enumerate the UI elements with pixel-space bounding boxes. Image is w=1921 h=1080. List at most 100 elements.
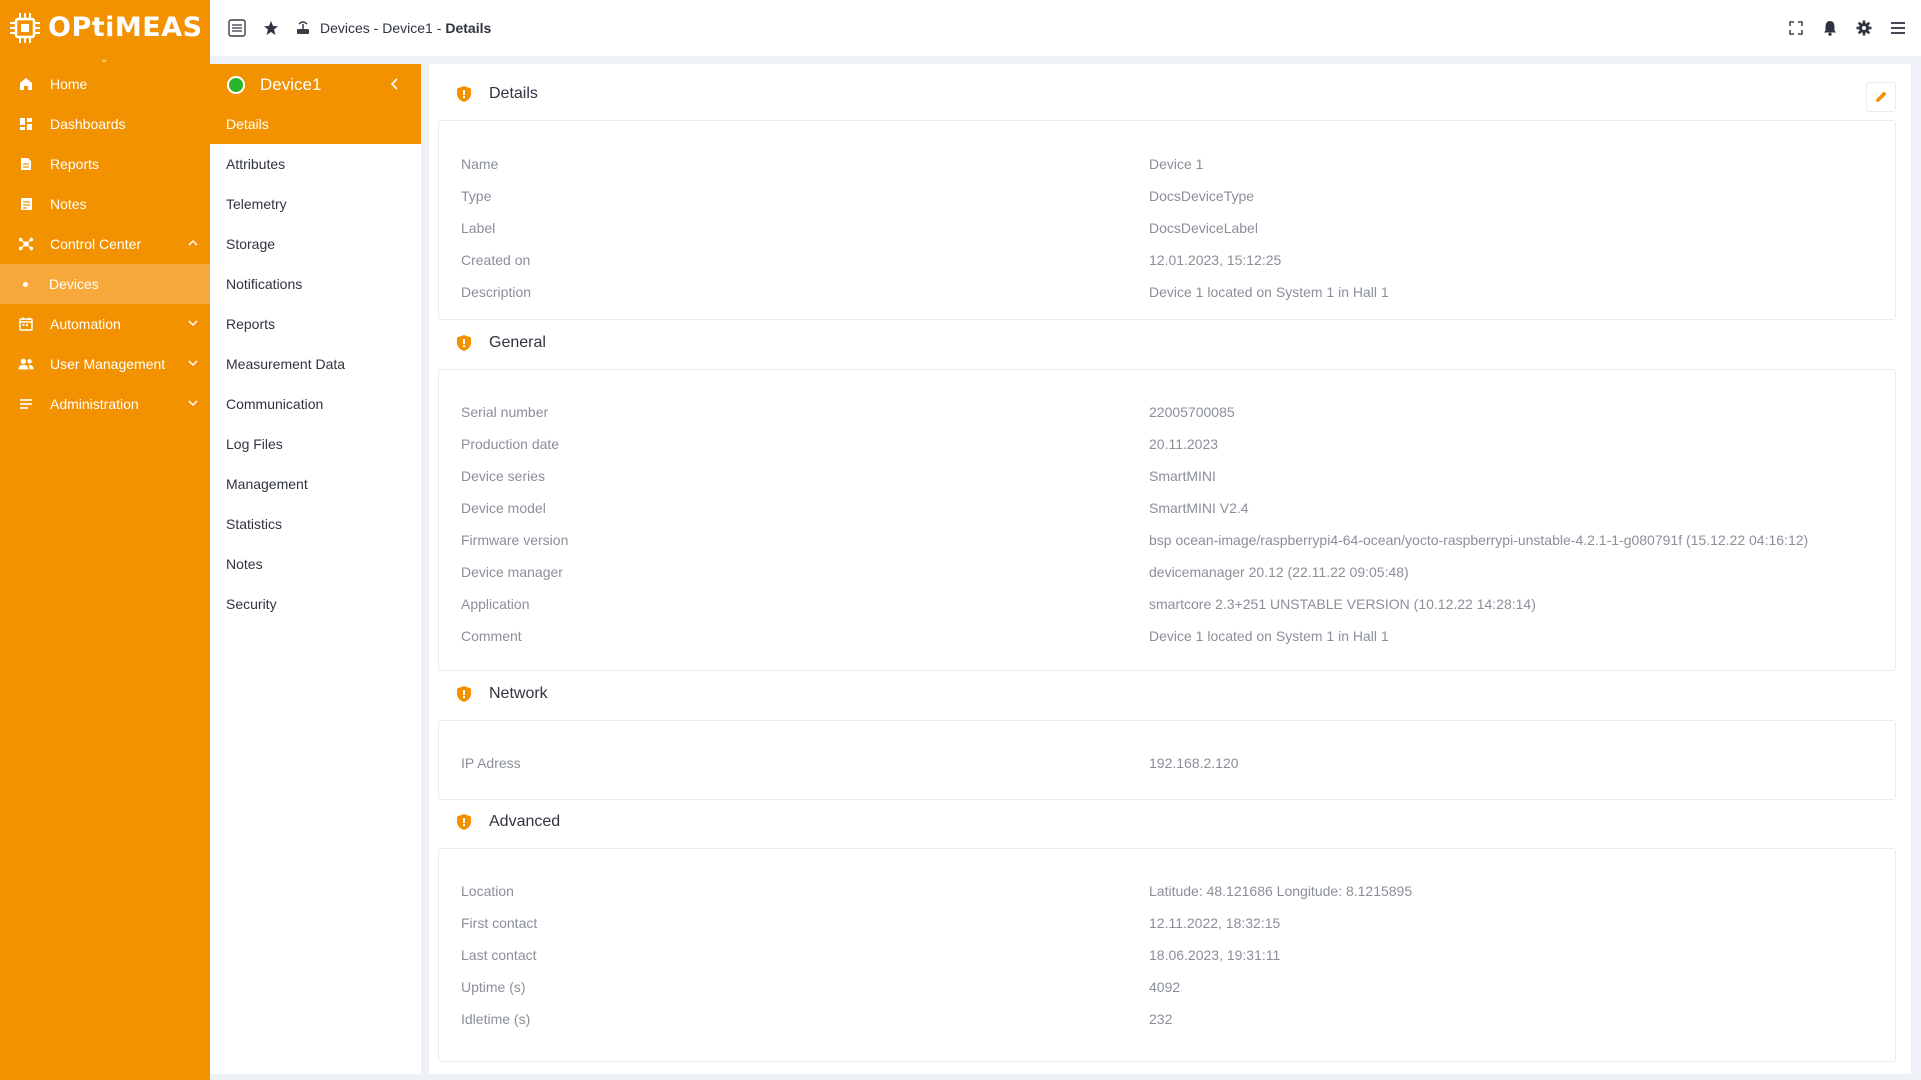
report-icon bbox=[18, 156, 34, 172]
row-value: 18.06.2023, 19:31:11 bbox=[1149, 947, 1281, 963]
row-value: bsp ocean-image/raspberrypi4-64-ocean/yo… bbox=[1149, 532, 1809, 548]
home-icon bbox=[18, 76, 34, 92]
row-label: Label bbox=[461, 220, 496, 236]
active-bullet-icon bbox=[23, 281, 28, 287]
topbar-actions bbox=[1787, 19, 1907, 37]
device-menu-item-telemetry[interactable]: Telemetry bbox=[210, 184, 421, 224]
device-menu-item-notifications[interactable]: Notifications bbox=[210, 264, 421, 304]
sidebar-item-user-management[interactable]: User Management bbox=[0, 344, 210, 384]
device-status-indicator bbox=[227, 76, 245, 94]
detail-row: Uptime (s) 4092 bbox=[461, 979, 1180, 995]
detail-row: Comment Device 1 located on System 1 in H… bbox=[461, 628, 1389, 644]
shield-icon bbox=[457, 86, 471, 102]
chevron-left-icon[interactable] bbox=[389, 77, 401, 91]
row-label: Application bbox=[461, 596, 530, 612]
device-menu-item-security[interactable]: Security bbox=[210, 584, 421, 624]
sidebar-item-devices[interactable]: Devices bbox=[0, 264, 210, 304]
row-value: 20.11.2023 bbox=[1149, 436, 1219, 452]
row-label: Name bbox=[461, 156, 499, 172]
chevron-up-icon bbox=[188, 239, 198, 246]
row-label: Idletime (s) bbox=[461, 1011, 531, 1027]
sidebar-item-label: Dashboards bbox=[50, 116, 126, 132]
device-name: Device1 bbox=[260, 75, 322, 94]
calendar-icon bbox=[18, 316, 34, 332]
fullscreen-icon[interactable] bbox=[1787, 19, 1805, 37]
detail-row: Firmware version bsp ocean-image/raspberr… bbox=[461, 532, 1808, 548]
device-menu-item-attributes[interactable]: Attributes bbox=[210, 144, 421, 184]
shield-icon bbox=[457, 335, 471, 351]
row-value: Device 1 located on System 1 in Hall 1 bbox=[1149, 284, 1389, 300]
sidebar-item-home[interactable]: Home bbox=[0, 64, 210, 104]
section-title: General bbox=[489, 334, 546, 351]
device-menu-item-storage[interactable]: Storage bbox=[210, 224, 421, 264]
sidebar-item-label: Home bbox=[50, 76, 88, 92]
chip-logo-icon bbox=[10, 12, 40, 43]
device-menu-item-statistics[interactable]: Statistics bbox=[210, 504, 421, 544]
row-value: 12.01.2023, 15:12:25 bbox=[1149, 252, 1282, 268]
detail-row: Application smartcore 2.3+251 UNSTABLE VE… bbox=[461, 596, 1536, 612]
row-label: Production date bbox=[461, 436, 560, 452]
row-label: Device series bbox=[461, 468, 546, 484]
sidebar-item-automation[interactable]: Automation bbox=[0, 304, 210, 344]
row-label: Description bbox=[461, 284, 532, 300]
row-label: Firmware version bbox=[461, 532, 569, 548]
list-view-icon[interactable] bbox=[228, 19, 246, 37]
device-menu-item-management[interactable]: Management bbox=[210, 464, 421, 504]
row-value: DocsDeviceLabel bbox=[1149, 220, 1258, 236]
detail-row: First contact 12.11.2022, 18:32:15 bbox=[461, 915, 1280, 931]
device-menu-item-log-files[interactable]: Log Files bbox=[210, 424, 421, 464]
notes-icon bbox=[18, 196, 34, 212]
main-content: Details Name Device 1 Type DocsDeviceType … bbox=[429, 64, 1911, 1074]
device-menu-item-reports[interactable]: Reports bbox=[210, 304, 421, 344]
breadcrumb: Devices - Device1 - Details bbox=[320, 20, 491, 36]
sidebar-item-label: User Management bbox=[50, 356, 166, 372]
row-label: Device manager bbox=[461, 564, 563, 580]
section-title: Network bbox=[489, 685, 548, 702]
row-value: 12.11.2022, 18:32:15 bbox=[1149, 915, 1281, 931]
detail-row: IP Adress 192.168.2.120 bbox=[461, 755, 1239, 771]
detail-row: Device manager devicemanager 20.12 (22.11… bbox=[461, 564, 1409, 580]
dashboard-icon bbox=[18, 116, 34, 132]
row-value: Latitude: 48.121686 Longitude: 8.1215895 bbox=[1149, 883, 1413, 899]
device-menu-item-communication[interactable]: Communication bbox=[210, 384, 421, 424]
detail-row: Label DocsDeviceLabel bbox=[461, 220, 1258, 236]
sidebar-item-administration[interactable]: Administration bbox=[0, 384, 210, 424]
edit-button[interactable] bbox=[1866, 82, 1896, 112]
section-title: Details bbox=[489, 85, 538, 102]
sidebar-item-notes[interactable]: Notes bbox=[0, 184, 210, 224]
star-icon[interactable] bbox=[262, 19, 280, 37]
detail-row: Production date 20.11.2023 bbox=[461, 436, 1218, 452]
shield-icon bbox=[457, 686, 471, 702]
detail-row: Location Latitude: 48.121686 Longitude: 8… bbox=[461, 883, 1412, 899]
network-card: IP Adress 192.168.2.120 bbox=[438, 720, 1896, 800]
breadcrumb-path[interactable]: Devices - Device1 - bbox=[320, 20, 441, 36]
device-menu-item-measurement-data[interactable]: Measurement Data bbox=[210, 344, 421, 384]
brand-logo[interactable]: OPtiMEAS bbox=[0, 0, 210, 55]
gear-icon[interactable] bbox=[1855, 19, 1873, 37]
sidebar-item-dashboards[interactable]: Dashboards bbox=[0, 104, 210, 144]
main-sidebar: OPtiMEAS ⌄ Home Dashboards Reports Notes bbox=[0, 0, 210, 1080]
sidebar-item-label: Automation bbox=[50, 316, 121, 332]
section-advanced-header: Advanced bbox=[456, 813, 560, 831]
row-label: Comment bbox=[461, 628, 522, 644]
row-label: Location bbox=[461, 883, 514, 899]
device-menu-item-notes[interactable]: Notes bbox=[210, 544, 421, 584]
row-label: First contact bbox=[461, 915, 538, 931]
detail-row: Device model SmartMINI V2.4 bbox=[461, 500, 1249, 516]
sidebar-item-reports[interactable]: Reports bbox=[0, 144, 210, 184]
row-value: 22005700085 bbox=[1149, 404, 1235, 420]
row-value: SmartMINI V2.4 bbox=[1149, 500, 1249, 516]
bell-icon[interactable] bbox=[1821, 19, 1839, 37]
detail-row: Type DocsDeviceType bbox=[461, 188, 1254, 204]
device-menu-item-details[interactable]: Details bbox=[226, 116, 269, 132]
section-title: Advanced bbox=[489, 813, 561, 830]
row-label: Uptime (s) bbox=[461, 979, 526, 995]
sidebar-item-label: Reports bbox=[50, 156, 100, 172]
sidebar-item-control-center[interactable]: Control Center bbox=[0, 224, 210, 264]
detail-row: Serial number 22005700085 bbox=[461, 404, 1235, 420]
detail-row: Description Device 1 located on System 1 … bbox=[461, 284, 1389, 300]
advanced-card: Location Latitude: 48.121686 Longitude: 8… bbox=[438, 848, 1896, 1062]
sidebar-item-label: Administration bbox=[50, 396, 139, 412]
row-value: 192.168.2.120 bbox=[1149, 755, 1239, 771]
hamburger-menu-icon[interactable] bbox=[1889, 19, 1907, 37]
